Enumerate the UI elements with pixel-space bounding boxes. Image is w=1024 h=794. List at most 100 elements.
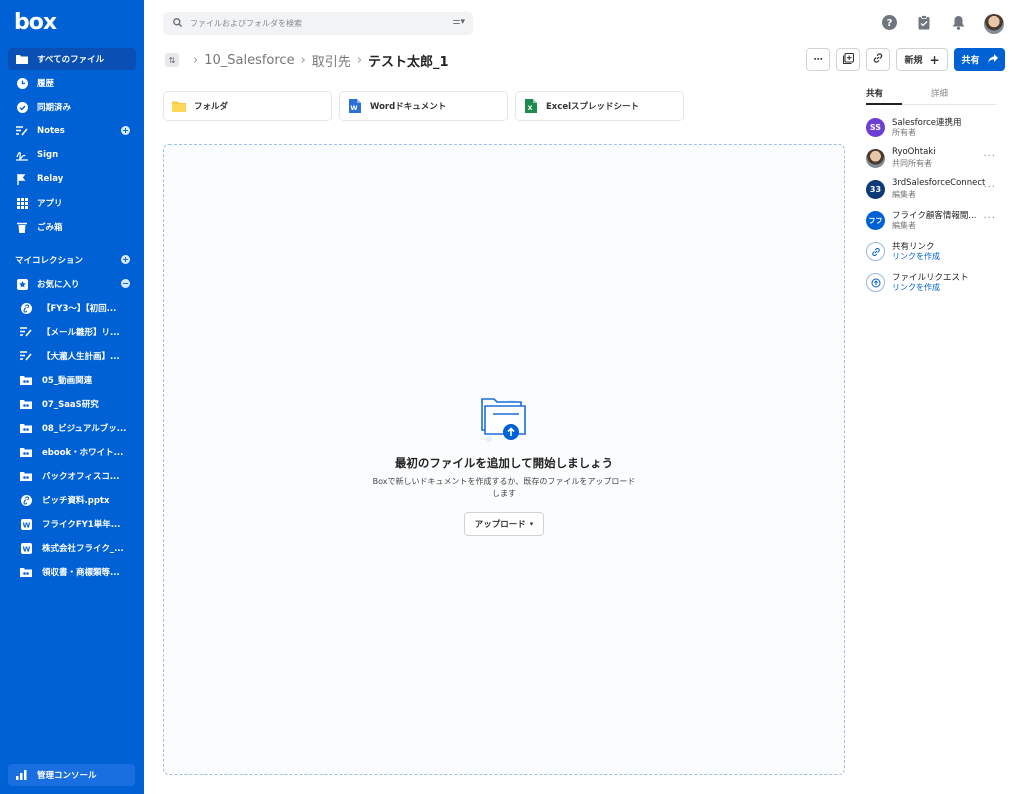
sidebar-favorite-item[interactable]: 07_SaaS研究 [8,393,136,415]
sidebar-item-all-files[interactable]: すべてのファイル [8,48,136,70]
new-button[interactable]: 新規 + [896,48,948,71]
search-bar[interactable]: ファイルおよびフォルダを検索 ⚌▾ [163,12,473,35]
tab-details[interactable]: 詳細 [931,87,948,99]
breadcrumb-item[interactable]: 10_Salesforce [204,53,294,68]
breadcrumb-root-icon[interactable]: ⇅ [165,53,179,67]
create-word-card[interactable]: W Wordドキュメント [339,91,508,121]
more-options-icon[interactable]: ··· [983,213,996,224]
sidebar-collections-header[interactable]: マイコレクション + [8,249,136,271]
sidebar-item-label: Sign [37,150,59,160]
folder-upload-illustration-icon [477,393,533,445]
word-icon: W [348,99,362,113]
share-button-label: 共有 [961,56,980,66]
create-shared-link[interactable]: リンクを作成 [892,251,940,262]
sidebar-item-synced[interactable]: 同期済み [8,96,136,118]
sidebar-favorite-item[interactable]: 【大瀧人生計画】... [8,345,136,367]
collaborator-item[interactable]: フフ フライク顧客情報閲... 編集者 ··· [866,209,996,233]
breadcrumb-separator-icon: › [356,52,363,68]
user-avatar[interactable] [984,14,1004,34]
collaborator-item[interactable]: SS Salesforce連携用 所有者 [866,116,996,140]
admin-console-button[interactable]: 管理コンソール [8,764,135,786]
collaborator-name: RyoOhtaki [892,147,936,157]
create-excel-card[interactable]: X Excelスプレッドシート [515,91,684,121]
sidebar-item-recents[interactable]: 履歴 [8,72,136,94]
sidebar-favorite-item[interactable]: 領収書・商標類等... [8,561,136,583]
trash-icon [16,221,28,233]
sidebar-favorite-item[interactable]: ebook・ホワイト... [8,441,136,463]
sidebar-favorite-item[interactable]: バックオフィスコ... [8,465,136,487]
shared-link-item[interactable]: 共有リンク リンクを作成 [866,240,996,264]
bar-chart-icon [16,770,28,780]
sidebar-item-apps[interactable]: アプリ [8,192,136,214]
collaborator-role: 共同所有者 [892,159,932,168]
sidebar-item-label: バックオフィスコ... [42,472,120,482]
link-icon [866,242,885,261]
more-options-icon[interactable]: ··· [983,151,996,162]
sidebar-favorite-item[interactable]: 05_動画関連 [8,369,136,391]
add-note-icon[interactable]: + [121,126,130,135]
notes-icon [16,125,28,137]
collaborator-avatar: 33 [866,180,885,199]
sidebar-favorite-item[interactable]: W 株式会社フライク_... [8,537,136,559]
sidebar-favorite-item[interactable]: W フライクFY1単年... [8,513,136,535]
add-to-collection-button[interactable] [836,48,860,71]
empty-state-description: Boxで新しいドキュメントを作成するか、既存のファイルをアップロードします [372,477,636,498]
card-label: Wordドキュメント [370,102,447,112]
check-circle-icon [16,101,28,113]
folder-icon [16,53,28,65]
sidebar-favorite-item[interactable]: 【メール雛形】リ... [8,321,136,343]
sidebar-item-label: お気に入り [37,280,80,290]
tab-sharing[interactable]: 共有 [866,87,902,105]
share-button[interactable]: 共有 [954,48,1005,71]
collapse-icon[interactable]: − [121,279,130,288]
upload-drop-zone[interactable]: 最初のファイルを追加して開始しましょう Boxで新しいドキュメントを作成するか、… [163,144,845,775]
sidebar-item-relay[interactable]: Relay [8,168,136,190]
star-folder-icon [16,278,28,290]
tasks-clipboard-icon[interactable] [916,14,932,30]
collaborator-avatar [866,149,885,168]
sidebar-item-label: フライクFY1単年... [42,520,121,530]
create-file-request-link[interactable]: リンクを作成 [892,282,940,293]
sidebar-item-label: ebook・ホワイト... [42,448,124,458]
note-icon [20,350,32,362]
svg-text:W: W [350,104,357,112]
note-icon [20,326,32,338]
notifications-bell-icon[interactable] [950,14,966,30]
sidebar-item-label: 07_SaaS研究 [42,400,99,410]
shared-folder-icon [20,374,32,386]
sidebar-item-label: 同期済み [37,103,72,113]
collaborator-item[interactable]: RyoOhtaki 共同所有者 ··· [866,147,996,171]
more-options-button[interactable]: ⋯ [806,48,830,71]
empty-state-title: 最初のファイルを追加して開始しましょう [394,456,614,470]
upload-button[interactable]: アップロード ▾ [464,512,544,536]
sidebar-item-trash[interactable]: ごみ箱 [8,216,136,238]
sidebar-favorite-item[interactable]: 【FY3〜】【初回... [8,297,136,319]
svg-text:W: W [22,521,30,529]
sidebar-item-label: 株式会社フライク_... [42,544,124,554]
collection-icon [842,52,854,67]
copy-link-button[interactable] [866,48,890,71]
card-label: フォルダ [194,102,229,112]
collaborator-item[interactable]: 33 3rdSalesforceConnect 編集者 ··· [866,178,996,202]
box-logo[interactable]: box [14,10,57,35]
chevron-down-icon: ▾ [529,520,534,528]
section-label: マイコレクション [15,256,84,266]
sidebar-favorite-item[interactable]: 08_ビジュアルブッ... [8,417,136,439]
current-folder-title[interactable]: テスト太郎_1 [368,51,449,70]
filter-icon[interactable]: ⚌▾ [452,17,465,27]
sidebar-favorite-item[interactable]: ピッチ資料.pptx [8,489,136,511]
upload-button-label: アップロード [474,520,526,530]
shared-folder-icon [20,470,32,482]
folder-icon [172,99,186,113]
sidebar-item-sign[interactable]: Sign [8,144,136,166]
sidebar-item-favorites[interactable]: お気に入り − [8,273,136,295]
search-input[interactable]: ファイルおよびフォルダを検索 [190,18,302,29]
collaborator-name: 3rdSalesforceConnect [892,178,986,188]
more-options-icon[interactable]: ··· [983,182,996,193]
breadcrumb-item[interactable]: 取引先 [312,51,351,70]
file-request-item[interactable]: ファイルリクエスト リンクを作成 [866,271,996,295]
add-collection-icon[interactable]: + [121,255,130,264]
sidebar-item-notes[interactable]: Notes + [8,120,136,142]
create-folder-card[interactable]: フォルダ [163,91,332,121]
help-icon[interactable]: ? [881,14,897,30]
